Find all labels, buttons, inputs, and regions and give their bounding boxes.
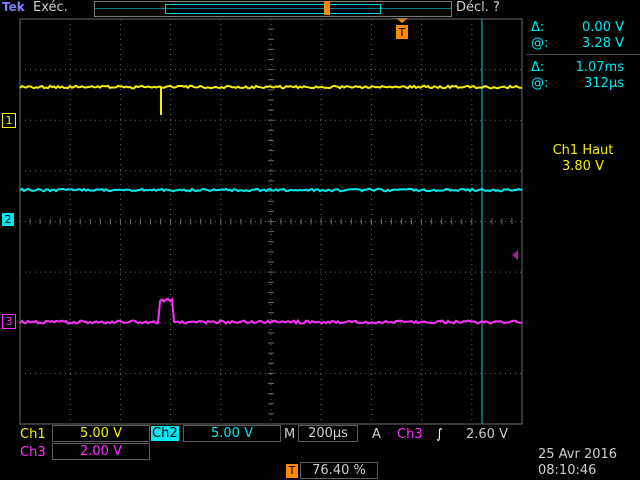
timebase-label: M [284,427,295,442]
ch3-scale[interactable]: 2.00 V [52,443,150,460]
trigger-source[interactable]: Ch3 [397,427,423,442]
measurement-value: 3.80 V [526,159,640,174]
cursor-v-delta-value: 0.00 V [570,20,624,35]
ch1-scale[interactable]: 5.00 V [52,425,150,442]
ch3-label[interactable]: Ch3 [20,445,46,460]
cursor-v-at-symbol: @: [531,36,548,51]
ch1-label[interactable]: Ch1 [20,427,46,442]
graticule [20,19,522,424]
ch2-ground-marker[interactable]: 2 [2,213,14,226]
trigger-level-marker [512,250,518,260]
cursor-divider [526,54,640,55]
ch2-label[interactable]: Ch2 [151,426,179,441]
cursor-v-at-value: 3.28 V [570,36,624,51]
time-display: 08:10:46 [538,463,596,478]
cursor-v-delta-symbol: Δ: [531,20,544,35]
trigger-position-icon: T [286,464,298,478]
cursor-t-delta-value: 1.07ms [562,60,624,75]
trigger-level[interactable]: 2.60 V [466,427,508,442]
cursor-t-at-value: 312µs [562,76,624,91]
trigger-slope-icon: ∫ [436,427,443,442]
ch3-ground-marker[interactable]: 3 [2,314,16,329]
ch1-ground-marker[interactable]: 1 [2,113,16,128]
timebase-value[interactable]: 200µs [298,425,358,442]
ch2-trace [20,189,522,191]
trigger-label: A [372,427,381,442]
measurement-label: Ch1 Haut [526,143,640,158]
ch2-scale[interactable]: 5.00 V [183,425,281,442]
cursor-t-at-symbol: @: [531,76,548,91]
cursor-t-delta-symbol: Δ: [531,60,544,75]
trigger-position-value[interactable]: 76.40 % [300,462,378,479]
date-display: 25 Avr 2016 [538,447,617,462]
